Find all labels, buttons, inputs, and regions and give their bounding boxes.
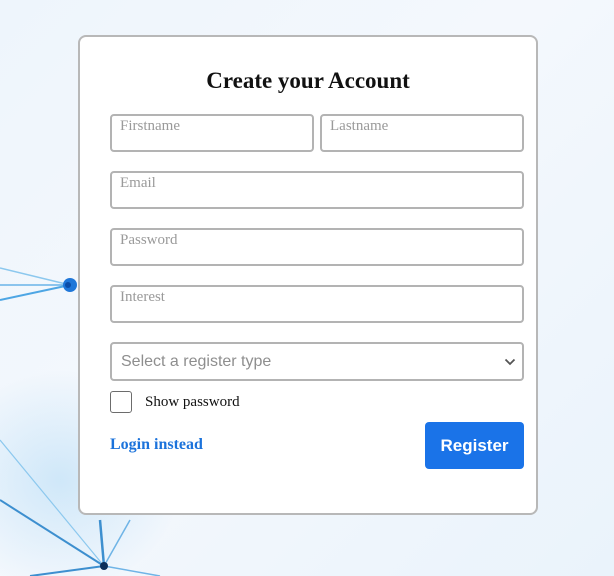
register-type-select[interactable]: Select a register type bbox=[110, 342, 524, 381]
show-password-checkbox[interactable] bbox=[110, 391, 132, 413]
show-password-label: Show password bbox=[145, 394, 240, 410]
register-button[interactable]: Register bbox=[425, 422, 524, 469]
lastname-input[interactable] bbox=[320, 114, 524, 152]
email-input[interactable] bbox=[110, 171, 524, 209]
form-title: Create your Account bbox=[206, 68, 410, 93]
login-instead-link[interactable]: Login instead bbox=[110, 436, 203, 454]
register-type-placeholder: Select a register type bbox=[121, 353, 272, 370]
firstname-input[interactable] bbox=[110, 114, 314, 152]
interest-input[interactable] bbox=[110, 285, 524, 323]
password-input[interactable] bbox=[110, 228, 524, 266]
register-card: Create your Account Select a register ty… bbox=[78, 35, 538, 515]
chevron-down-icon bbox=[504, 358, 516, 366]
